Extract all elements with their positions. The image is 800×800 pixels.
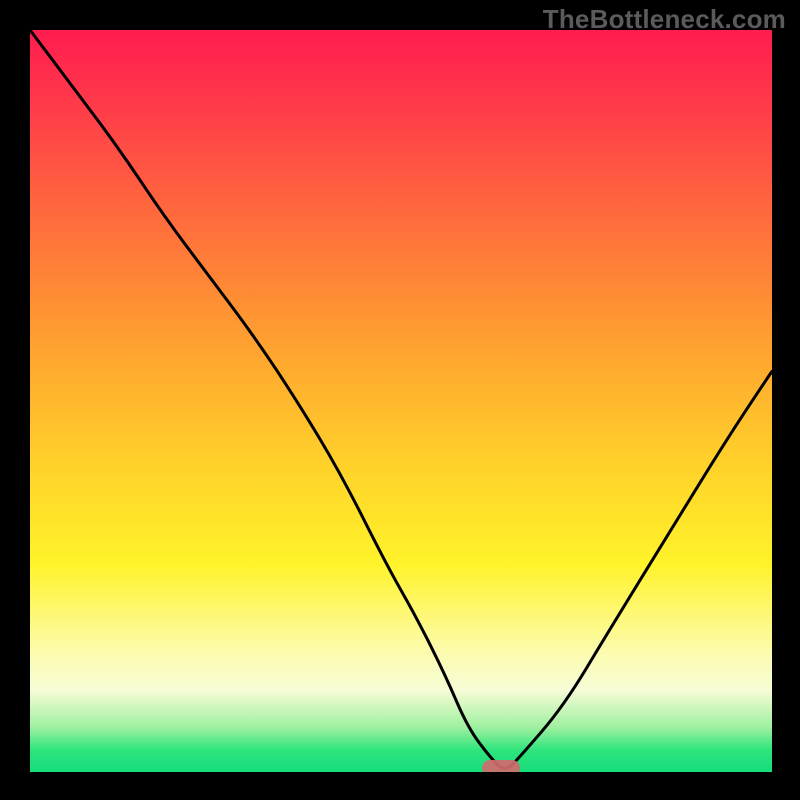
optimal-point-marker [482, 760, 520, 772]
gradient-background [30, 30, 772, 772]
plot-area [30, 30, 772, 772]
chart-container: TheBottleneck.com [0, 0, 800, 800]
watermark-text: TheBottleneck.com [543, 4, 786, 35]
